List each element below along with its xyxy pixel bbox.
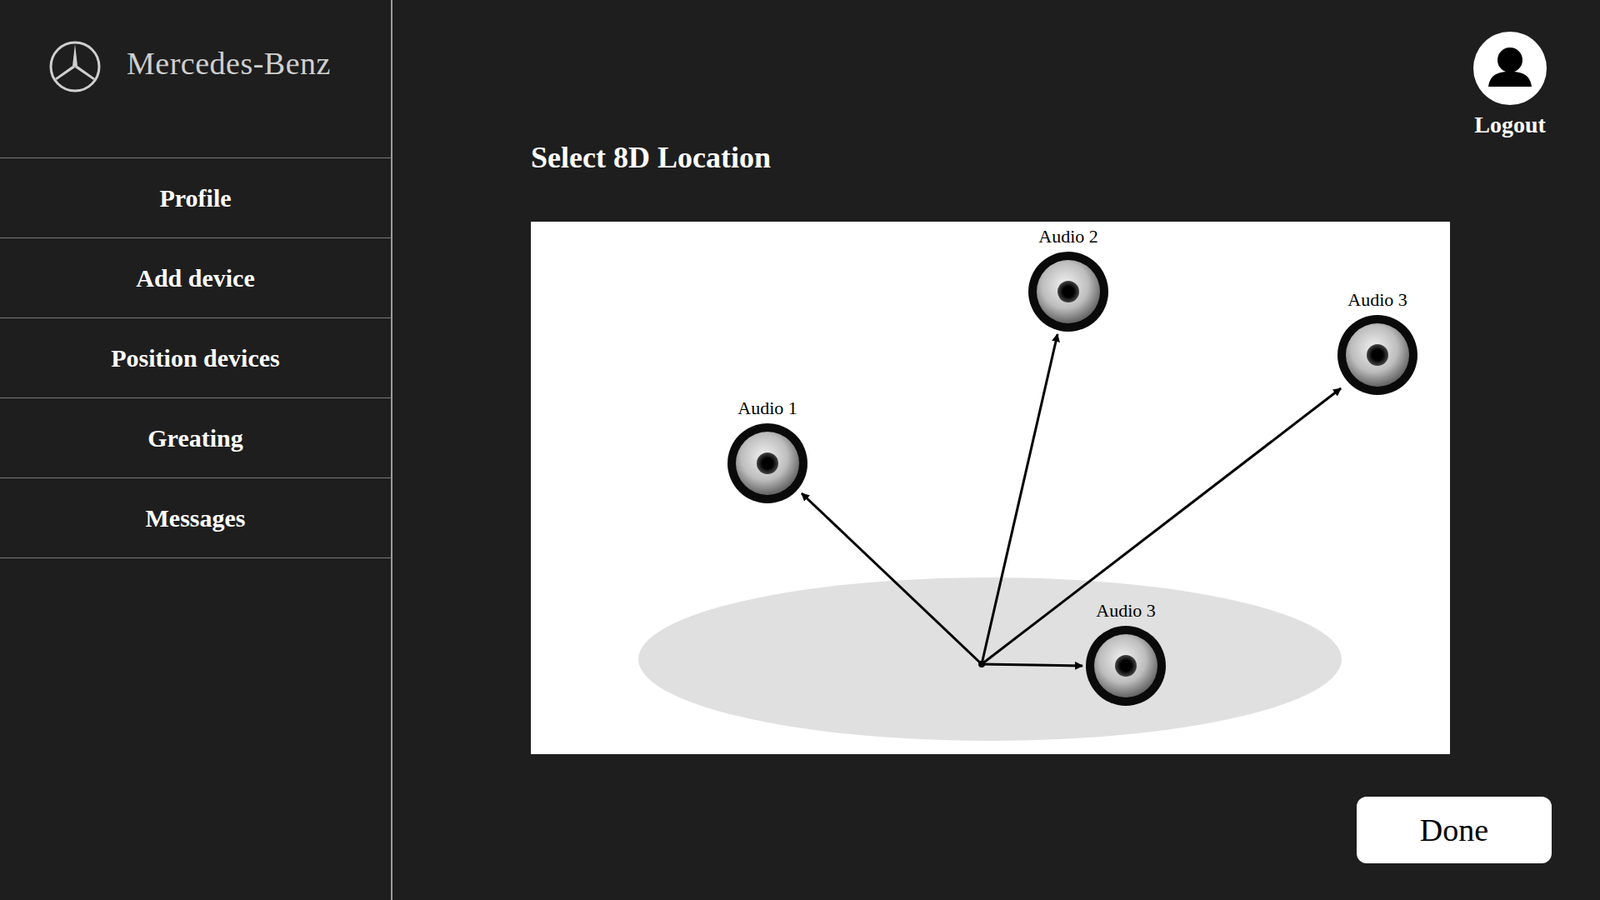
- brand: Mercedes-Benz: [0, 0, 391, 159]
- speaker-icon[interactable]: [1337, 315, 1418, 395]
- speaker[interactable]: Audio 1: [713, 398, 822, 504]
- speaker-icon[interactable]: [1028, 251, 1109, 332]
- sidebar-item[interactable]: Profile: [0, 158, 391, 239]
- speaker[interactable]: Audio 2: [1014, 226, 1123, 332]
- speaker[interactable]: Audio 3: [1071, 600, 1180, 706]
- speaker[interactable]: Audio 3: [1323, 290, 1432, 395]
- sidebar-item[interactable]: Add device: [0, 238, 391, 319]
- sidebar: Mercedes-Benz ProfileAdd devicePosition …: [0, 0, 393, 900]
- done-button[interactable]: Done: [1356, 796, 1552, 864]
- logout-button[interactable]: Logout: [1464, 31, 1556, 140]
- logout-label[interactable]: Logout: [1474, 110, 1546, 140]
- main-panel: Select 8D Location Logout: [392, 0, 1600, 900]
- speaker-label: Audio 2: [1038, 226, 1099, 247]
- sidebar-item[interactable]: Position devices: [0, 318, 391, 399]
- brand-name: Mercedes-Benz: [126, 40, 331, 88]
- speaker-label: Audio 1: [737, 398, 798, 419]
- page-title: Select 8D Location: [530, 140, 771, 176]
- user-icon: [1473, 31, 1547, 105]
- mercedes-star-icon: [48, 40, 102, 94]
- sidebar-item[interactable]: Messages: [0, 478, 391, 559]
- speaker-icon[interactable]: [727, 423, 808, 504]
- speaker-icon[interactable]: [1085, 625, 1166, 706]
- location-canvas: Audio 1 Audio 2 Audio 3 Audio 3: [530, 221, 1450, 755]
- speaker-label: Audio 3: [1095, 600, 1156, 621]
- speaker-label: Audio 3: [1347, 290, 1408, 310]
- sidebar-item[interactable]: Greating: [0, 398, 391, 479]
- arrows-diagram: [530, 221, 1450, 755]
